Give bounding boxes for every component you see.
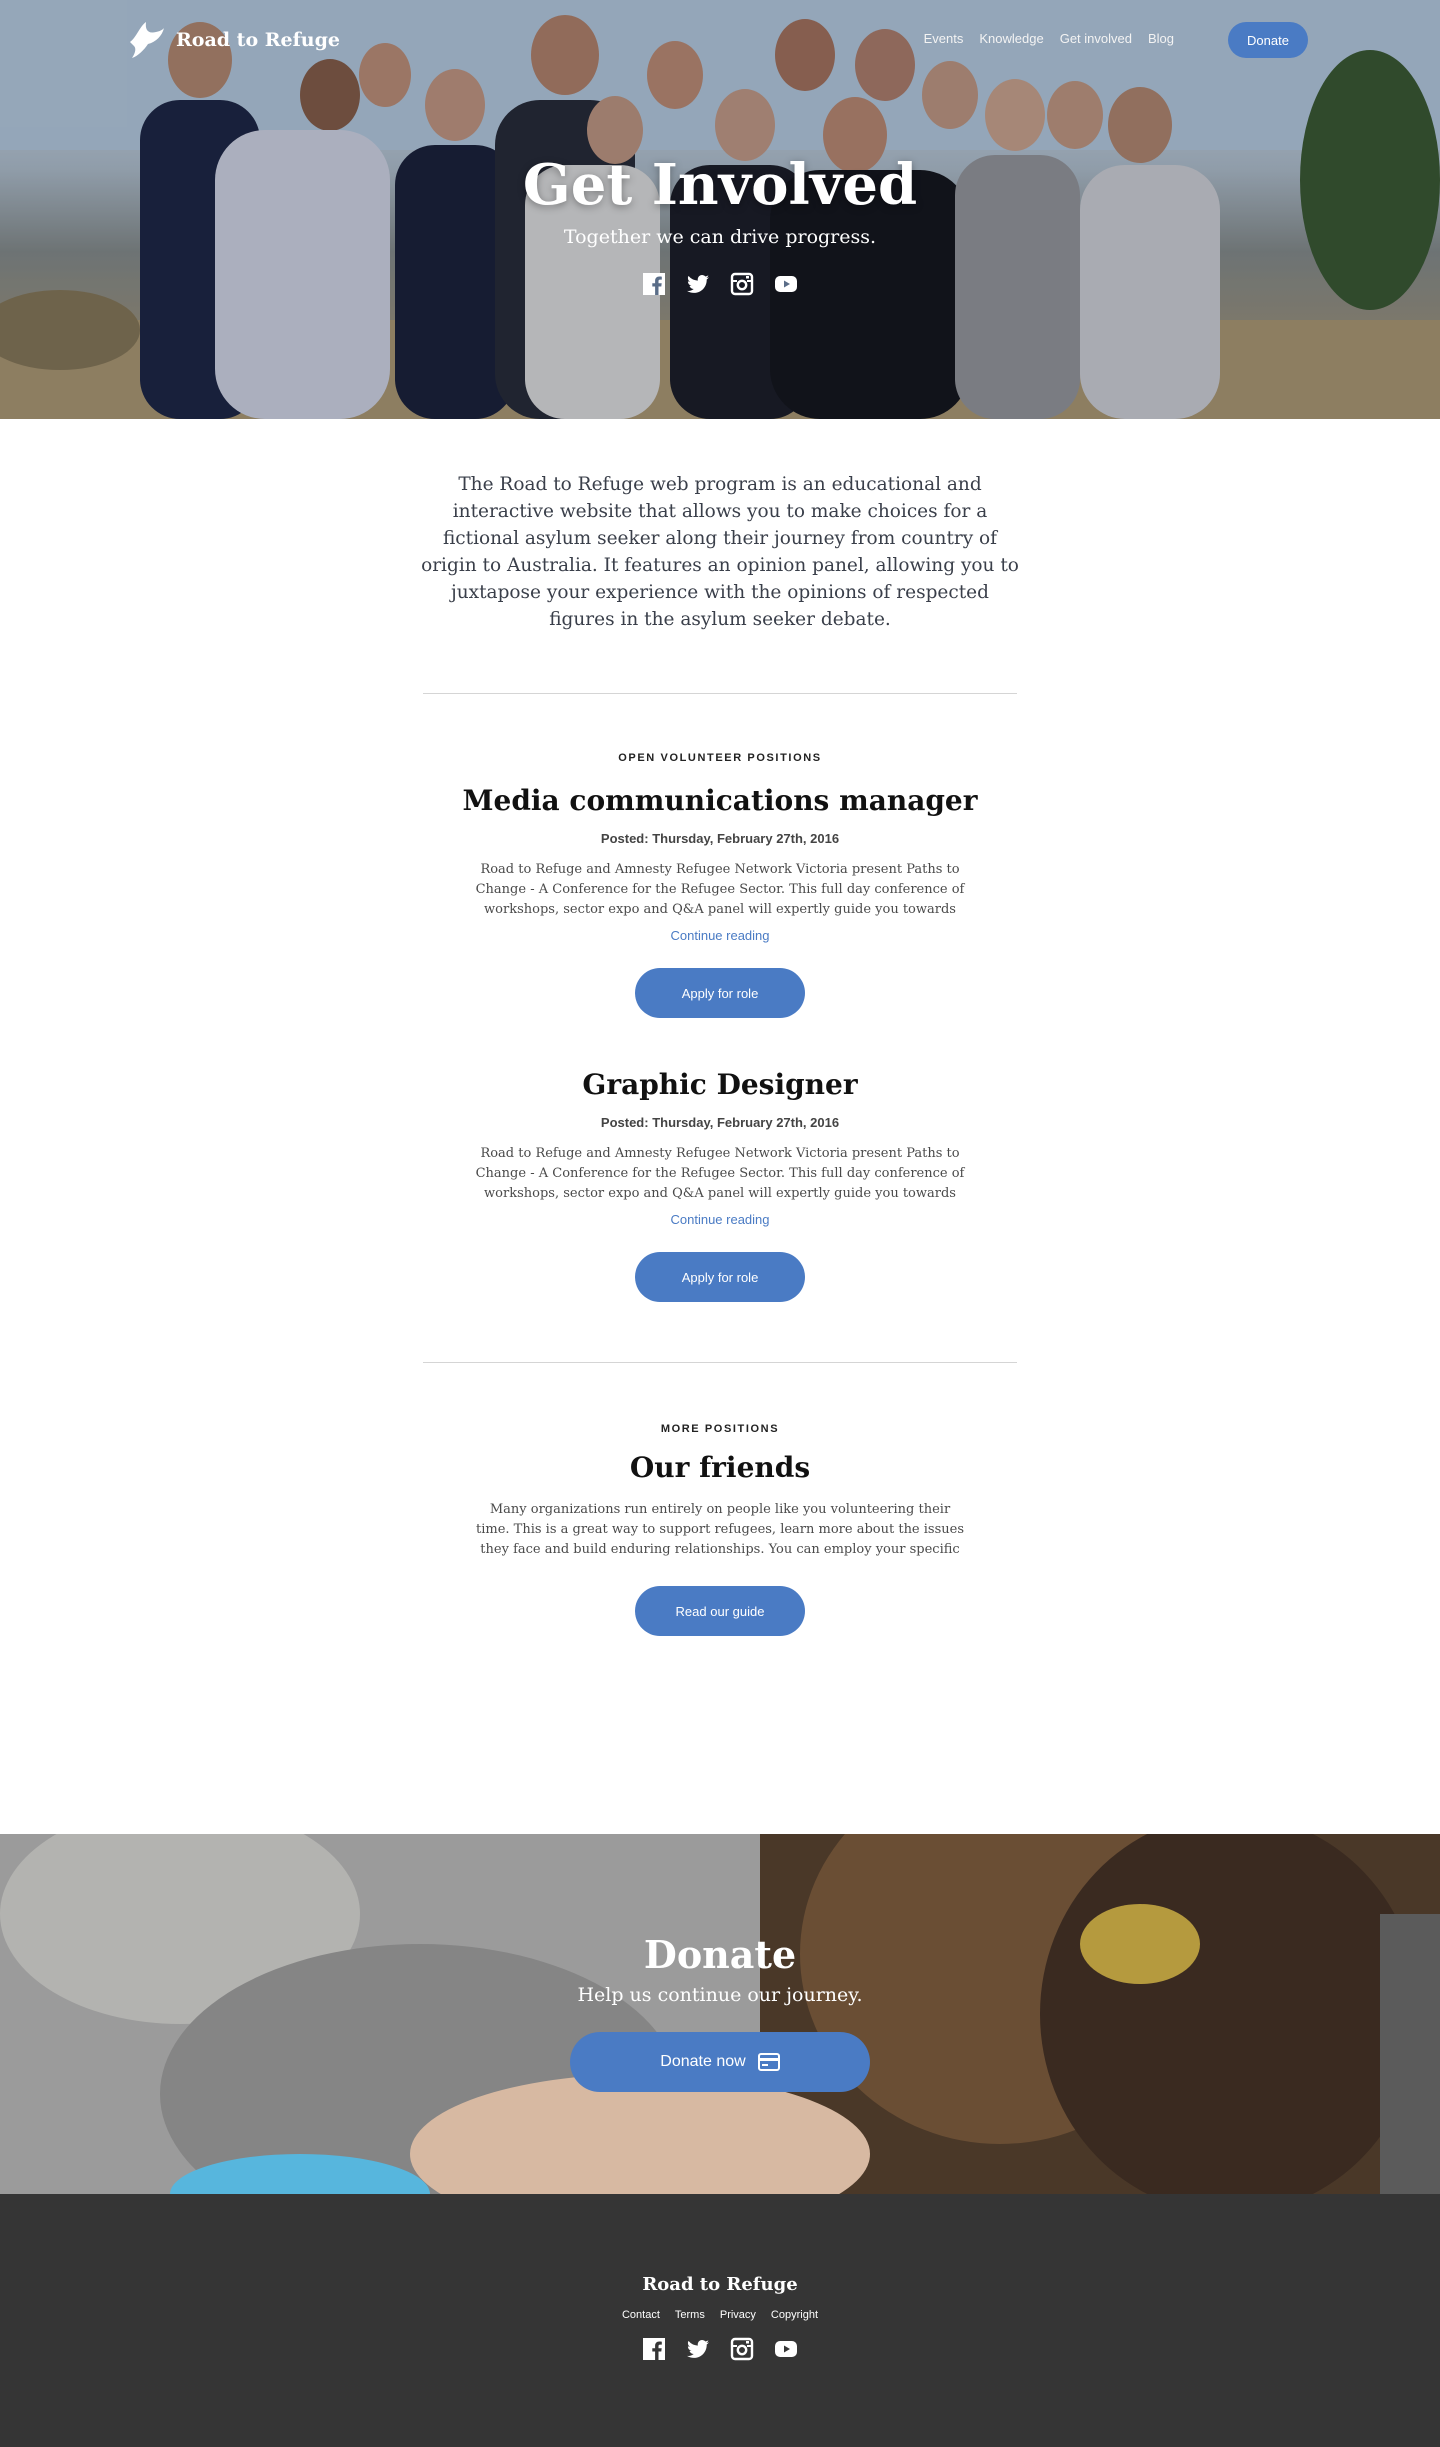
job-title: Media communications manager: [462, 784, 978, 817]
job-listing: Media communications manager Posted: Thu…: [0, 784, 1440, 1018]
hero-social-links: [0, 272, 1440, 296]
header-donate-button[interactable]: Donate: [1228, 22, 1308, 58]
hero-banner: Road to Refuge Events Knowledge Get invo…: [0, 0, 1440, 419]
donate-background-photo: [0, 1834, 1440, 2194]
nav-links: Events Knowledge Get involved Blog: [924, 31, 1174, 46]
read-our-guide-button[interactable]: Read our guide: [635, 1586, 805, 1636]
twitter-icon[interactable]: [686, 2337, 710, 2361]
youtube-icon[interactable]: [774, 272, 798, 296]
nav-link-get-involved[interactable]: Get involved: [1060, 31, 1132, 46]
brand-name: Road to Refuge: [176, 29, 340, 51]
intro-text: The Road to Refuge web program is an edu…: [421, 474, 1019, 630]
more-positions-section: MORE POSITIONS Our friends Many organiza…: [0, 1423, 1440, 1636]
job-posted-date: Posted: Thursday, February 27th, 2016: [600, 831, 840, 846]
footer-social-links: [0, 2337, 1440, 2361]
dove-icon: [130, 22, 164, 58]
footer-link-contact[interactable]: Contact: [622, 2309, 660, 2321]
intro-section: The Road to Refuge web program is an edu…: [0, 471, 1440, 633]
footer-links: Contact Terms Privacy Copyright: [0, 2309, 1440, 2321]
nav-link-knowledge[interactable]: Knowledge: [979, 31, 1043, 46]
job-posted-date: Posted: Thursday, February 27th, 2016: [600, 1115, 840, 1130]
nav-link-blog[interactable]: Blog: [1148, 31, 1174, 46]
top-navigation: Road to Refuge Events Knowledge Get invo…: [0, 0, 1440, 80]
job-description: Road to Refuge and Amnesty Refugee Netwo…: [475, 1146, 965, 1201]
job-description: Road to Refuge and Amnesty Refugee Netwo…: [475, 862, 965, 917]
donate-now-button[interactable]: Donate now: [570, 2032, 870, 2092]
page-subtitle: Together we can drive progress.: [563, 226, 877, 248]
twitter-icon[interactable]: [686, 272, 710, 296]
continue-reading-link[interactable]: Continue reading: [670, 928, 769, 943]
credit-card-icon: [757, 2053, 780, 2071]
footer-link-copyright[interactable]: Copyright: [771, 2309, 818, 2321]
facebook-icon[interactable]: [642, 2337, 666, 2361]
donate-now-label: Donate now: [660, 2053, 746, 2070]
job-title: Graphic Designer: [582, 1068, 858, 1101]
donate-subtitle: Help us continue our journey.: [577, 1984, 863, 2006]
youtube-icon[interactable]: [774, 2337, 798, 2361]
instagram-icon[interactable]: [730, 272, 754, 296]
instagram-icon[interactable]: [730, 2337, 754, 2361]
friends-eyebrow: MORE POSITIONS: [660, 1423, 780, 1435]
continue-reading-link[interactable]: Continue reading: [670, 1212, 769, 1227]
footer-brand: Road to Refuge: [642, 2274, 798, 2295]
donate-banner: Donate Help us continue our journey. Don…: [0, 1834, 1440, 2194]
apply-for-role-button[interactable]: Apply for role: [635, 968, 805, 1018]
section-divider: [423, 693, 1017, 694]
donate-title: Donate: [643, 1932, 797, 1977]
job-listing: Graphic Designer Posted: Thursday, Febru…: [0, 1068, 1440, 1302]
friends-title: Our friends: [629, 1451, 811, 1484]
page-title: Get Involved: [522, 152, 918, 218]
brand-logo[interactable]: Road to Refuge: [126, 20, 340, 60]
section-divider: [423, 1362, 1017, 1363]
footer-link-terms[interactable]: Terms: [675, 2309, 705, 2321]
positions-eyebrow: OPEN VOLUNTEER POSITIONS: [618, 752, 822, 764]
apply-for-role-button[interactable]: Apply for role: [635, 1252, 805, 1302]
site-footer: Road to Refuge Contact Terms Privacy Cop…: [0, 2194, 1440, 2447]
footer-link-privacy[interactable]: Privacy: [720, 2309, 756, 2321]
nav-link-events[interactable]: Events: [924, 31, 964, 46]
facebook-icon[interactable]: [642, 272, 666, 296]
volunteer-positions-section: OPEN VOLUNTEER POSITIONS Media communica…: [0, 693, 1440, 1363]
friends-description: Many organizations run entirely on peopl…: [475, 1502, 964, 1557]
